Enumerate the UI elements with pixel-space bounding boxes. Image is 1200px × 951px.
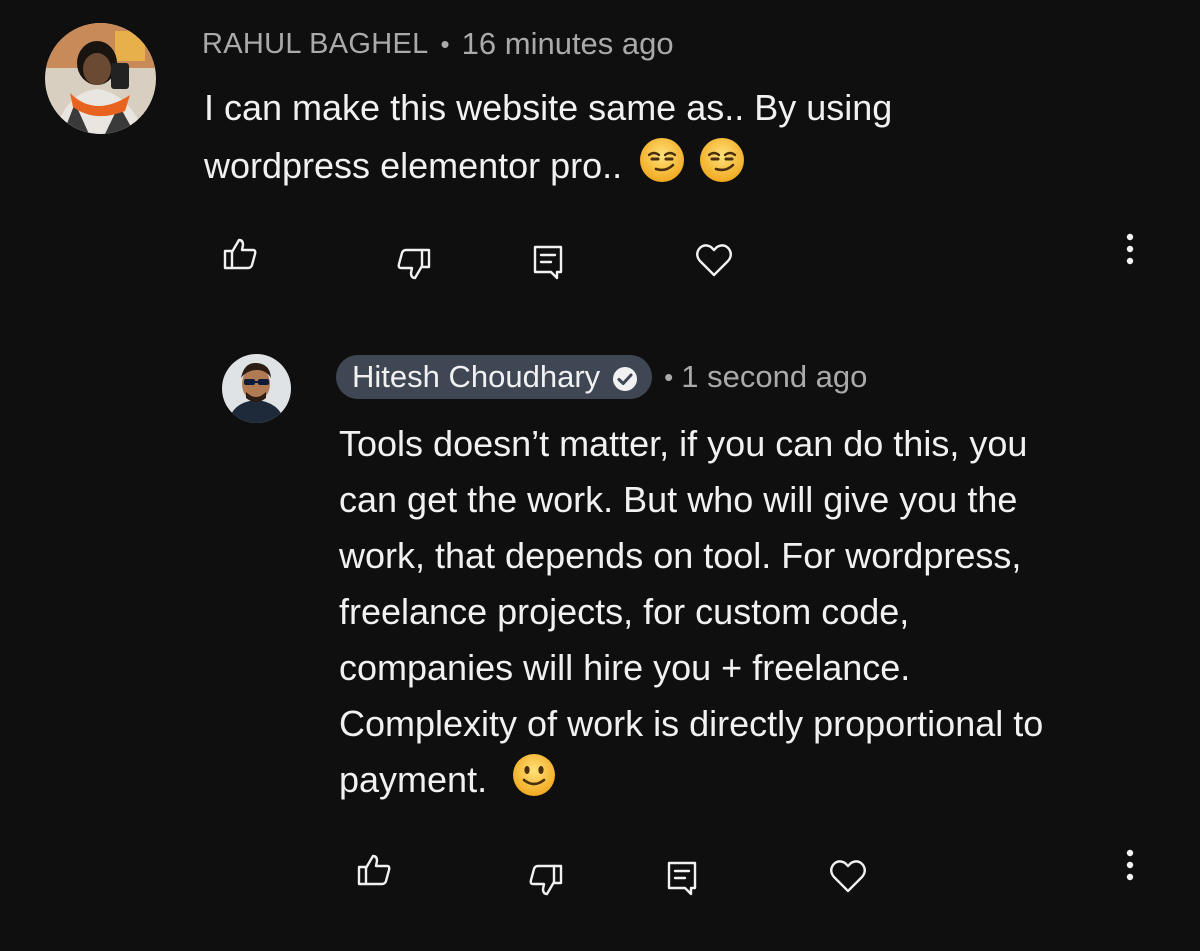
- heart-button[interactable]: [688, 234, 740, 286]
- reply-button[interactable]: [522, 236, 574, 288]
- reply-author: Hitesh Choudhary: [352, 359, 601, 394]
- reply-text-last: payment.: [339, 752, 1179, 814]
- dislike-button[interactable]: [388, 238, 440, 290]
- comment-time: 16 minutes ago: [461, 26, 674, 61]
- user-avatar-icon: [45, 23, 156, 134]
- like-icon: [357, 854, 391, 886]
- reply-time: 1 second ago: [681, 359, 868, 394]
- commenter-avatar[interactable]: [45, 23, 156, 134]
- reply-text-line: can get the work. But who will give you …: [339, 479, 1018, 520]
- comment-text-line: I can make this website same as.. By usi…: [204, 87, 893, 128]
- heart-icon: [830, 860, 866, 893]
- more-vertical-icon: [1126, 849, 1134, 881]
- reply-text: Tools doesn’t matter, if you can do this…: [339, 416, 1179, 814]
- reply-text-line: work, that depends on tool. For wordpres…: [339, 535, 1022, 576]
- reply-author-badge[interactable]: Hitesh Choudhary: [336, 355, 653, 399]
- dislike-icon: [397, 248, 431, 280]
- reply-button[interactable]: [656, 852, 708, 904]
- smirking-face-emoji: [638, 136, 686, 200]
- comment-text-line: wordpress elementor pro..: [204, 145, 623, 186]
- heart-icon: [696, 244, 732, 277]
- user-avatar-icon: [222, 354, 291, 423]
- more-options-button[interactable]: [1112, 226, 1148, 272]
- like-icon: [223, 238, 257, 270]
- more-vertical-icon: [1126, 233, 1134, 265]
- heart-button[interactable]: [822, 850, 874, 902]
- smirking-face-emoji: [698, 136, 746, 200]
- reply-meta: Hitesh Choudhary • 1 second ago: [336, 355, 867, 399]
- reply-text-line: payment.: [339, 759, 488, 800]
- comment-meta: RAHUL BAGHEL • 16 minutes ago: [202, 24, 674, 64]
- meta-separator: •: [664, 361, 674, 392]
- comment-text: I can make this website same as.. By usi…: [204, 80, 1164, 200]
- meta-separator: •: [440, 28, 450, 59]
- reply-icon: [667, 861, 697, 896]
- reply-icon: [533, 245, 563, 280]
- dislike-icon: [529, 864, 563, 896]
- reply-text-line: companies will hire you + freelance.: [339, 647, 911, 688]
- comment-text-line-2: wordpress elementor pro..: [204, 136, 1164, 200]
- like-button[interactable]: [214, 228, 266, 280]
- verified-check-icon: [612, 364, 638, 391]
- more-options-button[interactable]: [1112, 842, 1148, 888]
- like-button[interactable]: [348, 844, 400, 896]
- comment-author[interactable]: RAHUL BAGHEL: [202, 28, 429, 61]
- reply-avatar[interactable]: [222, 354, 291, 423]
- reply-text-line: Complexity of work is directly proportio…: [339, 703, 1044, 744]
- reply-text-line: Tools doesn’t matter, if you can do this…: [339, 423, 1028, 464]
- slightly-smiling-face-emoji: [511, 752, 557, 814]
- reply-text-line: freelance projects, for custom code,: [339, 591, 910, 632]
- dislike-button[interactable]: [520, 854, 572, 906]
